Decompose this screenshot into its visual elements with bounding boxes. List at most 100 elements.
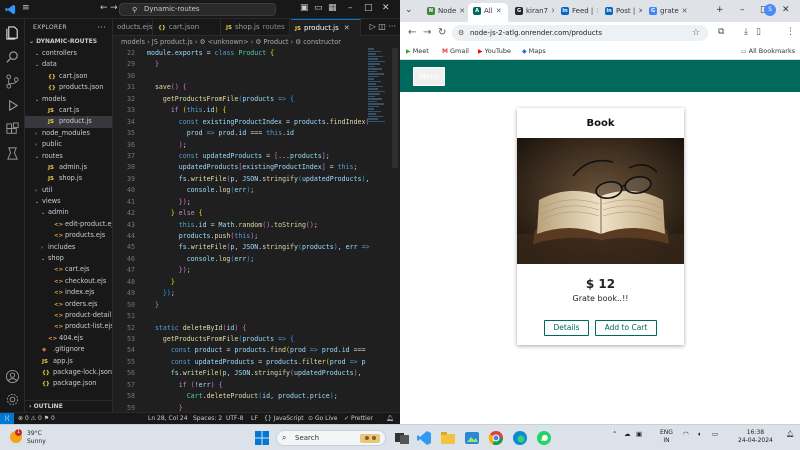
tree-item[interactable]: › util [25,185,112,196]
account-icon[interactable] [5,369,20,384]
outline-section[interactable]: › OUTLINE [25,400,112,412]
breadcrumb[interactable]: models › JS product.js › ⚙ <unknown> › ⚙… [121,38,341,46]
tree-item[interactable]: ⌄ models [25,94,112,105]
tree-item[interactable]: ⌄ shop [25,253,112,264]
command-search-box[interactable]: ⚲ Dynamic-routes [119,3,276,16]
editor-scrollbar[interactable] [392,48,398,168]
close-tab-icon[interactable]: ✕ [682,7,688,15]
language-mode[interactable]: {} JavaScript [264,413,304,424]
problems-indicator[interactable]: ⊗ 0 ⚠ 0 ⚑ 0 [18,413,55,424]
tree-item[interactable]: ⌄ admin [25,207,112,218]
minimize-icon[interactable]: – [348,3,353,13]
layout-icon[interactable]: ▣ [300,3,309,13]
windows-start-icon[interactable] [254,430,270,446]
all-bookmarks-item[interactable]: ▭ All Bookmarks [741,47,795,55]
battery-icon[interactable]: ▭ [712,430,718,438]
tree-item[interactable]: ⌄ views [25,196,112,207]
notifications-bell-icon[interactable]: 🔔︎ [386,413,394,424]
close-icon[interactable]: ✕ [382,3,390,13]
menu-button[interactable]: Menu [413,67,445,86]
chrome-taskbar-icon[interactable] [488,430,504,446]
tree-item[interactable]: JS shop.js [25,173,112,184]
testing-icon[interactable] [5,146,20,161]
line-ending[interactable]: LF [251,413,258,424]
system-clock[interactable]: 16:38 24-04-2024 [738,429,773,445]
tree-item[interactable]: <> index.ejs [25,287,112,298]
reload-icon[interactable]: ↻ [438,27,446,38]
browser-close-icon[interactable]: ✕ [782,5,790,15]
back-icon[interactable]: ← [408,27,416,38]
search-icon[interactable] [5,50,20,65]
tree-item[interactable]: › public [25,139,112,150]
browser-tab[interactable]: A All ✕ [468,3,508,22]
maximize-icon[interactable]: □ [364,3,373,13]
tree-item[interactable]: ⌄ controllers [25,48,112,59]
bookmark-item[interactable]: M Gmail [442,47,469,55]
tree-item[interactable]: › includes [25,242,112,253]
profile-avatar[interactable]: S [764,4,776,16]
add-to-cart-button[interactable]: Add to Cart [595,320,657,336]
tree-item[interactable]: <> orders.ejs [25,299,112,310]
editor-tab[interactable]: JS shop.js routes [222,19,290,36]
editor-tab[interactable]: oducts.ejs [113,19,153,36]
extensions-icon[interactable] [5,122,20,137]
tree-item[interactable]: JS product.js [25,116,112,128]
editor-tab[interactable]: {} cart.json [154,19,221,36]
editor-actions[interactable]: ▷ ◫ ··· [370,22,396,31]
code-editor[interactable]: 22 module.exports = class Product {29 } 30… [113,48,400,412]
volume-icon[interactable]: 🔈︎ [698,430,702,439]
whatsapp-taskbar-icon[interactable] [536,430,552,446]
forward-arrow-icon[interactable]: → [110,3,118,13]
extensions-puzzle-icon[interactable]: ⧉ [718,27,724,37]
back-arrow-icon[interactable]: ← [100,3,108,13]
tree-item[interactable]: <> 404.ejs [25,333,112,344]
wifi-icon[interactable]: ◠ [683,430,689,438]
new-tab-icon[interactable]: + [716,5,724,15]
address-bar[interactable]: ⚙ node-js-2-atlg.onrender.com/products ☆ [452,25,708,41]
photos-app-icon[interactable] [464,430,480,446]
close-tab-icon[interactable]: ✕ [496,7,502,15]
files-icon[interactable] [5,25,20,40]
tree-item[interactable]: <> checkout.ejs [25,276,112,287]
tree-item[interactable]: <>product-detail.ejs [25,310,112,321]
root-folder[interactable]: ⌄ DYNAMIC-ROUTES [25,36,112,48]
close-tab-icon[interactable]: ✕ [459,7,465,15]
tree-item[interactable]: {} package.json [25,378,112,389]
browser-tab[interactable]: in Post | ✕ [600,3,642,22]
browser-tab[interactable]: Ggrate ✕ [644,3,700,22]
tree-item[interactable]: <> cart.ejs [25,264,112,275]
minimap[interactable] [368,48,386,128]
go-live-button[interactable]: ⊙ Go Live [308,413,337,424]
browser-menu-icon[interactable]: ⋮ [786,27,795,37]
bookmark-item[interactable]: ▶ Meet [406,47,429,55]
menu-icon[interactable]: ≡ [22,3,31,13]
vscode-taskbar-icon[interactable] [416,430,432,446]
bookmark-star-icon[interactable]: ☆ [692,25,700,41]
edge-taskbar-icon[interactable] [512,430,528,446]
task-view-icon[interactable] [394,430,410,446]
close-tab-icon[interactable]: ✕ [551,7,554,15]
bookmark-item[interactable]: ◆ Maps [522,47,546,55]
tray-overflow-icon[interactable]: ⌃ [612,430,617,438]
cursor-position[interactable]: Ln 28, Col 24 [148,413,188,424]
browser-minimize-icon[interactable]: – [740,5,745,15]
tab-search-icon[interactable]: ⌄ [405,5,413,15]
prettier-status[interactable]: ✓ Prettier [344,413,373,424]
notification-center-icon[interactable]: 🔔︎ [786,430,794,438]
editor-tab[interactable]: JS product.js ✕ [291,19,361,36]
side-panel-icon[interactable]: ▯ [756,27,761,37]
tree-item[interactable]: {} package-lock.json [25,367,112,378]
tree-item[interactable]: {} products.json [25,82,112,93]
more-actions-icon[interactable]: ··· [97,19,106,36]
tree-item[interactable]: JS admin.js [25,162,112,173]
taskbar-search[interactable]: ⌕ Search [276,430,386,446]
download-icon[interactable]: ⤓ [744,27,748,37]
file-explorer-icon[interactable] [440,430,456,446]
settings-gear-icon[interactable] [5,392,20,407]
tree-item[interactable]: {} cart.json [25,71,112,82]
close-tab-icon[interactable]: ✕ [638,7,642,15]
tray-app-icon[interactable]: ▣ [636,430,642,438]
encoding[interactable]: UTF-8 [226,413,244,424]
language-indicator[interactable]: ENG IN [660,429,673,445]
browser-tab[interactable]: inFeed |✕ [556,3,598,22]
